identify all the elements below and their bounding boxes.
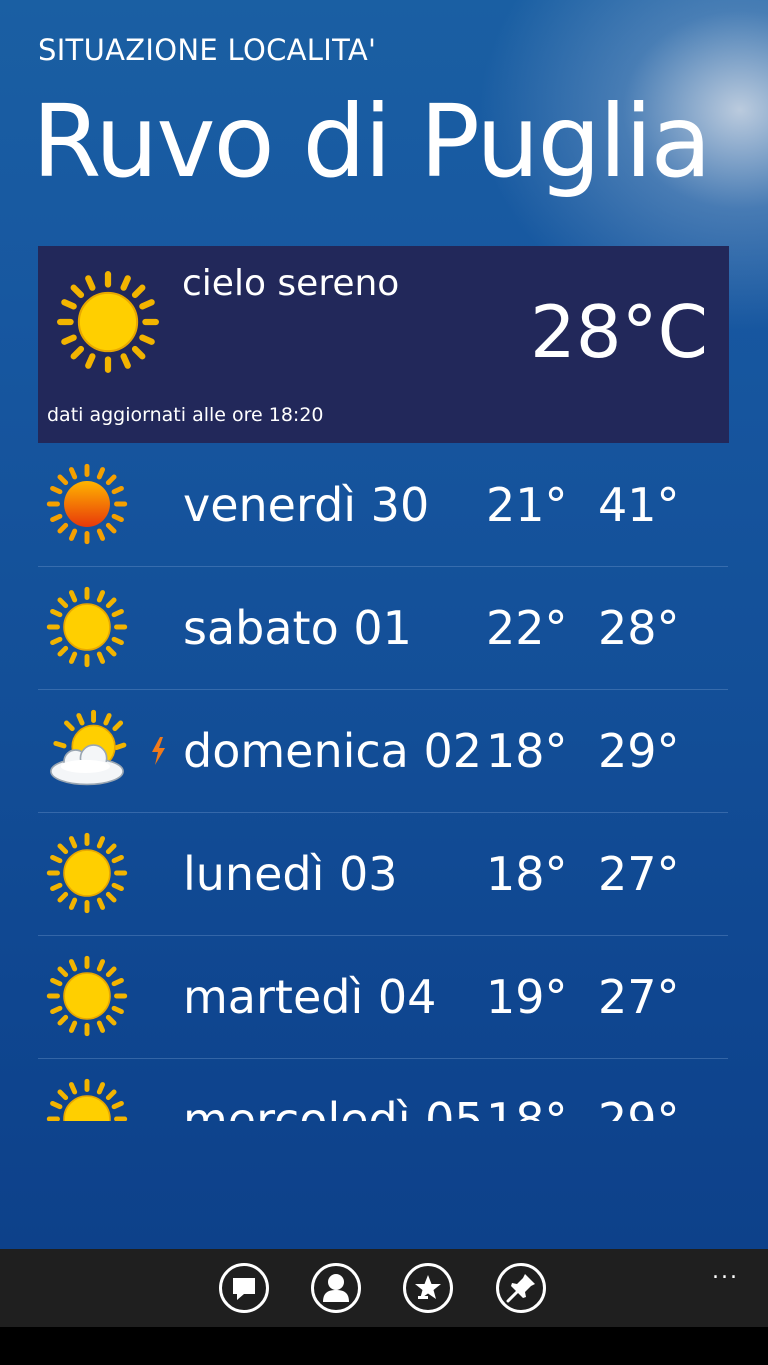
forecast-day: domenica 02 — [183, 724, 483, 778]
forecast-min-temp: 21° — [486, 478, 568, 532]
forecast-min-temp: 18° — [486, 724, 568, 778]
forecast-day: mercoledì 05 — [183, 1093, 484, 1121]
hot-sun-icon — [46, 463, 128, 545]
forecast-day: martedì 04 — [183, 970, 437, 1024]
forecast-max-temp: 29° — [598, 724, 680, 778]
pin-button[interactable] — [496, 1263, 546, 1313]
page-subtitle: SITUAZIONE LOCALITA' — [38, 33, 377, 67]
app-bar: ... — [0, 1249, 768, 1327]
forecast-row[interactable]: domenica 02 18° 29° — [38, 689, 728, 813]
message-button[interactable] — [219, 1263, 269, 1313]
forecast-max-temp: 28° — [598, 601, 680, 655]
system-nav-bar — [0, 1327, 768, 1365]
forecast-row[interactable]: martedì 04 19° 27° — [38, 935, 728, 1059]
sun-icon — [46, 832, 128, 914]
forecast-row[interactable]: venerdì 30 21° 41° — [38, 443, 728, 567]
favorite-icon — [415, 1275, 441, 1299]
sun-icon — [46, 1078, 128, 1121]
forecast-day: sabato 01 — [183, 601, 412, 655]
update-time: dati aggiornati alle ore 18:20 — [47, 404, 324, 426]
forecast-max-temp: 27° — [598, 970, 680, 1024]
sun-icon — [46, 955, 128, 1037]
forecast-row[interactable]: lunedì 03 18° 27° — [38, 812, 728, 936]
forecast-row[interactable]: mercoledì 05 18° 29° — [38, 1058, 728, 1121]
message-icon — [233, 1278, 255, 1300]
forecast-day: venerdì 30 — [183, 478, 430, 532]
forecast-min-temp: 18° — [486, 847, 568, 901]
forecast-min-temp: 22° — [486, 601, 568, 655]
sun-icon — [46, 586, 128, 668]
favorite-button[interactable] — [403, 1263, 453, 1313]
sun-cloud-icon — [50, 709, 127, 786]
profile-button[interactable] — [311, 1263, 361, 1313]
more-options-button[interactable]: ... — [712, 1259, 739, 1284]
current-temperature: 28°C — [530, 290, 708, 374]
pin-icon — [506, 1274, 535, 1303]
forecast-min-temp: 19° — [486, 970, 568, 1024]
current-condition: cielo sereno — [182, 263, 400, 304]
forecast-max-temp: 29° — [598, 1093, 680, 1121]
person-icon — [323, 1274, 349, 1302]
forecast-max-temp: 27° — [598, 847, 680, 901]
sun-icon — [57, 271, 159, 373]
forecast-day: lunedì 03 — [183, 847, 398, 901]
forecast-list[interactable]: venerdì 30 21° 41° sabato 01 22° 28° dom… — [38, 443, 728, 1121]
city-title: Ruvo di Puglia — [32, 83, 712, 200]
lightning-icon — [152, 737, 165, 765]
forecast-max-temp: 41° — [598, 478, 680, 532]
forecast-row[interactable]: sabato 01 22° 28° — [38, 566, 728, 690]
forecast-min-temp: 18° — [486, 1093, 568, 1121]
